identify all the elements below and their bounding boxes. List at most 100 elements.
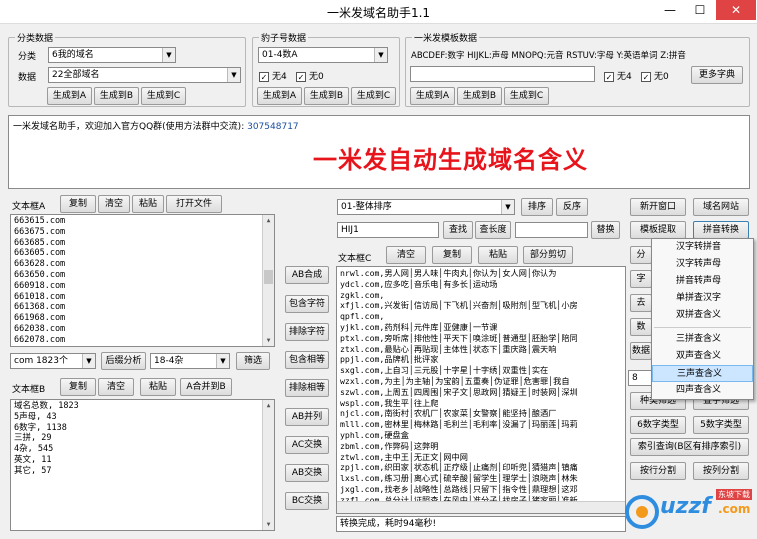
ac-swap-button[interactable]: AC交换 [285, 436, 329, 454]
data-button[interactable]: 数据 [630, 342, 652, 360]
generate-b-button[interactable]: 生成到B [457, 87, 502, 105]
exclude-chars-button[interactable]: 排除字符 [285, 323, 329, 341]
clear-button[interactable]: 清空 [386, 246, 426, 264]
open-file-button[interactable]: 打开文件 [166, 195, 222, 213]
ab-swap-button[interactable]: AB交换 [285, 464, 329, 482]
find-length-button[interactable]: 查长度 [475, 221, 511, 239]
generate-c-button[interactable]: 生成到C [504, 87, 549, 105]
generate-c-button[interactable]: 生成到C [141, 87, 186, 105]
contain-equal-button[interactable]: 包含相等 [285, 351, 329, 369]
close-icon[interactable]: ✕ [716, 0, 756, 20]
copy-button[interactable]: 复制 [432, 246, 472, 264]
find-input[interactable]: HIJ1 [337, 222, 439, 238]
check-icon: ✓ [296, 71, 306, 82]
five-digit-type-button[interactable]: 5数字类型 [693, 416, 749, 434]
scrollbar[interactable]: ▲ ▼ [262, 400, 274, 530]
sort-select[interactable]: 01-整体排序 ▼ [337, 199, 515, 215]
maximize-icon[interactable]: ☐ [686, 0, 714, 20]
clear-button[interactable]: 清空 [98, 378, 134, 396]
find-button[interactable]: 查找 [443, 221, 473, 239]
paste-button[interactable]: 粘贴 [140, 378, 176, 396]
replace-input[interactable] [515, 222, 588, 238]
char-button[interactable]: 字 [630, 270, 652, 288]
no4-checkbox[interactable]: ✓ 无4 [259, 69, 287, 82]
generate-a-button[interactable]: 生成到A [410, 87, 455, 105]
menu-item[interactable]: 三声查含义 [652, 365, 753, 382]
no0-checkbox[interactable]: ✓ 无0 [296, 69, 324, 82]
text-box-a[interactable]: 663615.com 663675.com 663685.com 663605.com… [10, 214, 275, 347]
no0-checkbox[interactable]: ✓ 无0 [641, 69, 669, 82]
menu-item[interactable]: 汉字转拼音 [652, 239, 753, 256]
number-button[interactable]: 数 [630, 318, 652, 336]
count-select[interactable]: com 1823个 ▼ [10, 353, 96, 369]
row-split-button[interactable]: 按行分割 [630, 462, 686, 480]
bc-swap-button[interactable]: BC交换 [285, 492, 329, 510]
index-query-button[interactable]: 索引查询(B区有排序索引) [630, 438, 749, 456]
ab-merge-button[interactable]: AB合成 [285, 266, 329, 284]
menu-item[interactable]: 三拼查含义 [652, 331, 753, 348]
menu-item[interactable]: 双声查含义 [652, 348, 753, 365]
chevron-down-icon: ▼ [162, 48, 175, 62]
pinyin-convert-button[interactable]: 拼音转换 [693, 221, 749, 239]
generate-b-button[interactable]: 生成到B [94, 87, 139, 105]
generate-b-button[interactable]: 生成到B [304, 87, 349, 105]
range-select[interactable]: 18-4杂 ▼ [150, 353, 230, 369]
exclude-equal-button[interactable]: 排除相等 [285, 379, 329, 397]
copy-button[interactable]: 复制 [60, 378, 96, 396]
table-row: lxsl.com,练习册│离心式│硫辛酸│留学生│理学士│浪晓声│林朱 [340, 473, 578, 484]
leopard-select[interactable]: 01-4数A ▼ [258, 47, 388, 63]
replace-button[interactable]: 替换 [591, 221, 620, 239]
clear-button[interactable]: 清空 [98, 195, 130, 213]
paste-button[interactable]: 粘贴 [132, 195, 164, 213]
info-text: 一米发域名助手，欢迎加入官方QQ群(使用方法群中交流): 307548717 [13, 122, 299, 132]
template-extract-button[interactable]: 模板提取 [630, 221, 686, 239]
scroll-down-icon[interactable]: ▼ [263, 335, 274, 346]
split-button[interactable]: 分 [630, 246, 652, 264]
more-dict-button[interactable]: 更多字典 [691, 66, 743, 84]
text-box-c[interactable]: nrwl.com,男人网│男人味│牛肉丸│你认为│女人网│你认为 ydcl.com… [336, 266, 626, 514]
sort-button[interactable]: 排序 [521, 198, 553, 216]
copy-button[interactable]: 复制 [60, 195, 96, 213]
template-input[interactable] [410, 66, 595, 82]
text-box-b[interactable]: 域名总数, 1823 5声母, 43 6数字, 1138 三拼, 29 4杂, 545 英… [10, 399, 275, 531]
remove-button[interactable]: 去 [630, 294, 652, 312]
number-input[interactable]: 8 [628, 370, 652, 386]
list-item: 英文, 11 [14, 454, 52, 465]
no4-checkbox[interactable]: ✓ 无4 [604, 69, 632, 82]
filter-button[interactable]: 筛选 [236, 352, 270, 370]
list-item: 660918.com [14, 280, 66, 291]
menu-item[interactable]: 双拼查含义 [652, 307, 753, 324]
scroll-thumb[interactable] [264, 270, 273, 284]
generate-a-button[interactable]: 生成到A [257, 87, 302, 105]
scrollbar[interactable]: ▲ ▼ [262, 215, 274, 346]
column-split-button[interactable]: 按列分割 [693, 462, 749, 480]
merge-a-to-b-button[interactable]: A合并到B [180, 378, 232, 396]
ab-parallel-button[interactable]: AB并列 [285, 408, 329, 426]
menu-item[interactable]: 四声查含义 [652, 382, 753, 399]
scroll-down-icon[interactable]: ▼ [263, 519, 274, 530]
menu-item[interactable]: 汉字转声母 [652, 256, 753, 273]
six-digit-type-button[interactable]: 6数字类型 [630, 416, 686, 434]
generate-c-button[interactable]: 生成到C [351, 87, 396, 105]
menu-item[interactable]: 拼音转声母 [652, 273, 753, 290]
suffix-analysis-button[interactable]: 后缀分析 [101, 352, 146, 370]
contain-chars-button[interactable]: 包含字符 [285, 295, 329, 313]
table-row: yjkl.com,药剂科│元件库│亚健康│一节课 [340, 321, 498, 332]
list-item: 662078.com [14, 334, 66, 345]
new-window-button[interactable]: 新开窗口 [630, 198, 686, 216]
data-select[interactable]: 22全部域名 ▼ [48, 67, 241, 83]
scroll-up-icon[interactable]: ▲ [263, 215, 274, 226]
banner-text: 一米发自动生成域名含义 [313, 146, 588, 174]
horizontal-scrollbar[interactable] [337, 501, 625, 513]
domain-site-button[interactable]: 域名网站 [693, 198, 749, 216]
category-select[interactable]: 6我的域名 ▼ [48, 47, 176, 63]
paste-button[interactable]: 粘贴 [478, 246, 518, 264]
generate-a-button[interactable]: 生成到A [47, 87, 92, 105]
check-icon: ✓ [604, 71, 614, 82]
minimize-icon[interactable]: — [656, 0, 684, 20]
qq-number: 307548717 [247, 122, 299, 132]
partial-cut-button[interactable]: 部分剪切 [523, 246, 573, 264]
reverse-button[interactable]: 反序 [556, 198, 588, 216]
menu-item[interactable]: 单拼查汉字 [652, 290, 753, 307]
scroll-up-icon[interactable]: ▲ [263, 400, 274, 411]
